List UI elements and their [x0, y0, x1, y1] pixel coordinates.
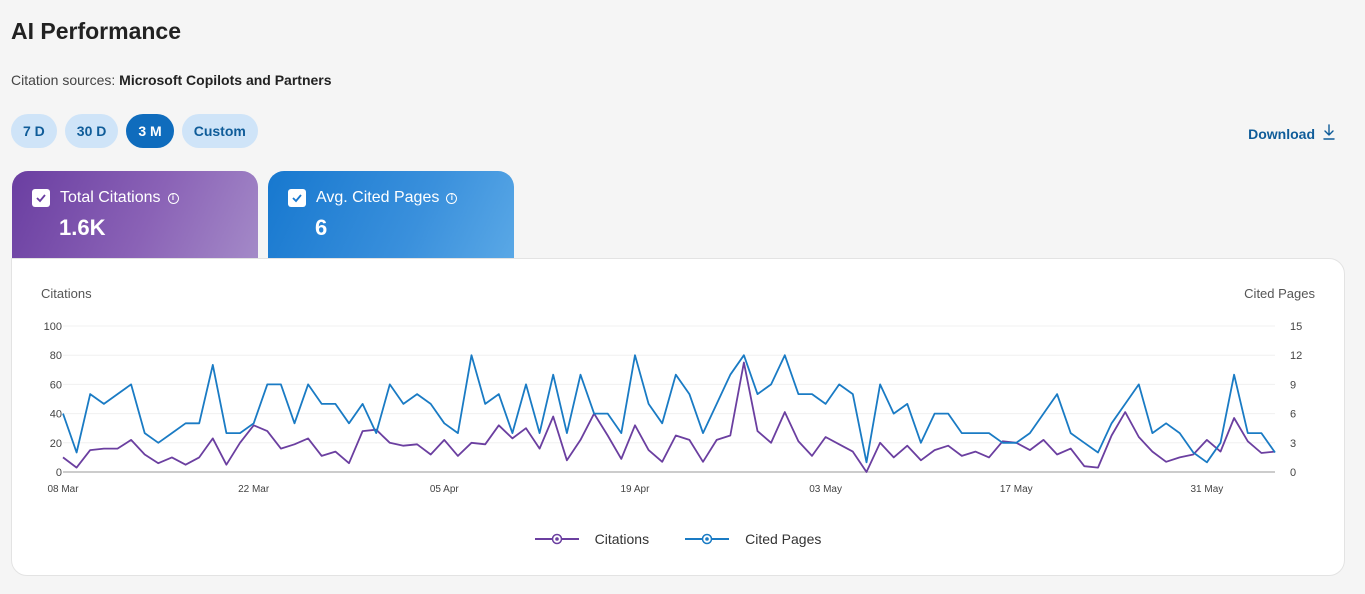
total-citations-card[interactable]: Total Citations i 1.6K: [12, 171, 258, 261]
total-citations-label: Total Citations: [60, 189, 161, 206]
y-tick-left: 100: [44, 321, 62, 333]
y-tick-left: 0: [56, 467, 62, 479]
chart-legend: Citations Cited Pages: [12, 531, 1344, 547]
download-icon: [1323, 124, 1335, 143]
x-tick-label: 08 Mar: [47, 484, 79, 495]
range-7d-button[interactable]: 7 D: [11, 114, 57, 148]
info-icon[interactable]: i: [167, 192, 179, 204]
cited-pages-series-line: [62, 354, 1276, 464]
info-icon[interactable]: i: [446, 192, 458, 204]
x-tick-label: 03 May: [809, 484, 842, 495]
avg-cited-pages-card[interactable]: Avg. Cited Pages i 6: [268, 171, 514, 261]
checkbox-checked-icon[interactable]: [32, 189, 50, 207]
x-tick-label: 17 May: [1000, 484, 1033, 495]
chart-panel: Citations Cited Pages 0 0 20 3 40 6 60 9 80 12 100 15…: [11, 258, 1345, 576]
x-tick-label: 31 May: [1191, 484, 1224, 495]
total-citations-value: 1.6K: [59, 215, 106, 240]
legend-cited-pages[interactable]: Cited Pages: [685, 531, 821, 547]
legend-citations[interactable]: Citations: [534, 531, 650, 547]
x-tick-label: 19 Apr: [620, 484, 650, 495]
checkbox-checked-icon[interactable]: [288, 189, 306, 207]
legend-citations-marker-icon: [534, 533, 579, 545]
avg-cited-pages-value: 6: [315, 215, 328, 240]
date-range-selector: 7 D 30 D 3 M Custom: [11, 114, 258, 148]
y-tick-right: 9: [1290, 379, 1296, 391]
citation-sources-label: Citation sources:: [11, 72, 116, 88]
y-tick-left: 60: [50, 379, 62, 391]
y-axis-left-title: Citations: [41, 286, 92, 301]
legend-citations-label: Citations: [594, 531, 650, 547]
y-tick-left: 20: [50, 438, 62, 450]
y-axis-right-title: Cited Pages: [1244, 286, 1315, 301]
y-tick-left: 40: [50, 409, 62, 421]
y-tick-right: 3: [1290, 438, 1296, 450]
x-tick-label: 22 Mar: [238, 484, 270, 495]
page-title: AI Performance: [11, 18, 182, 44]
y-tick-right: 6: [1290, 409, 1296, 421]
legend-cited-pages-marker-icon: [685, 533, 730, 545]
avg-cited-pages-label: Avg. Cited Pages: [316, 189, 440, 206]
y-tick-left: 80: [50, 350, 62, 362]
legend-cited-pages-label: Cited Pages: [745, 531, 822, 547]
performance-chart: Citations Cited Pages 0 0 20 3 40 6 60 9 80 12 100 15…: [41, 286, 1315, 495]
y-tick-right: 0: [1290, 467, 1296, 479]
range-custom-button[interactable]: Custom: [181, 114, 258, 148]
y-tick-right: 12: [1290, 350, 1302, 362]
download-label: Download: [1248, 125, 1315, 142]
y-tick-right: 15: [1290, 321, 1302, 333]
citation-sources-value: Microsoft Copilots and Partners: [119, 72, 332, 88]
citations-series-line: [62, 361, 1276, 473]
range-3m-button[interactable]: 3 M: [126, 114, 174, 148]
download-button[interactable]: Download: [1248, 124, 1335, 143]
citation-sources: Citation sources: Microsoft Copilots and…: [11, 72, 332, 88]
x-tick-label: 05 Apr: [430, 484, 460, 495]
range-30d-button[interactable]: 30 D: [64, 114, 119, 148]
